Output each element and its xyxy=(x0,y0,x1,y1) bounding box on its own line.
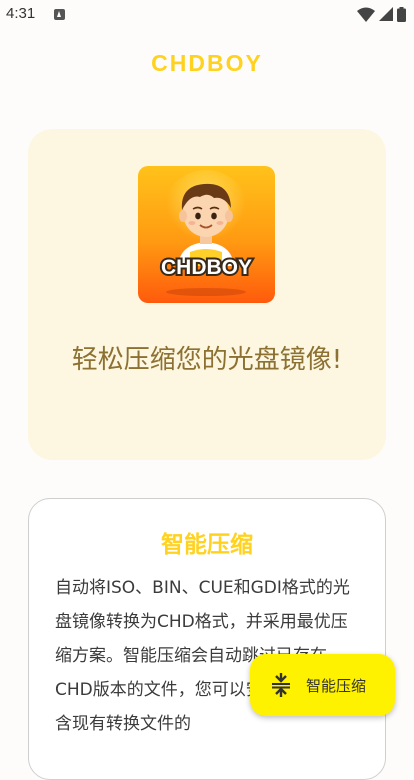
app-title: CHDBOY xyxy=(151,50,263,76)
a-box-icon xyxy=(54,9,65,20)
app-logo: CHDBOY xyxy=(138,166,275,303)
status-icons xyxy=(357,5,406,23)
status-time: 4:31 xyxy=(6,5,36,22)
fab-label: 智能压缩 xyxy=(306,676,367,695)
status-bar: 4:31 xyxy=(0,0,414,30)
smart-compress-fab[interactable]: 智能压缩 xyxy=(250,654,395,716)
hero-card: CHDBOY 轻松压缩您的光盘镜像! xyxy=(28,129,386,460)
feature-card: 智能压缩 自动将ISO、BIN、CUE和GDI格式的光盘镜像转换为CHD格式，并… xyxy=(28,498,386,780)
hero-tagline: 轻松压缩您的光盘镜像! xyxy=(71,345,343,375)
logo-text: CHDBOY xyxy=(161,256,252,279)
cell-signal-icon xyxy=(379,7,393,21)
wifi-icon xyxy=(357,7,375,22)
feature-title: 智能压缩 xyxy=(161,532,253,558)
compress-icon xyxy=(272,673,290,697)
battery-icon xyxy=(397,6,406,22)
